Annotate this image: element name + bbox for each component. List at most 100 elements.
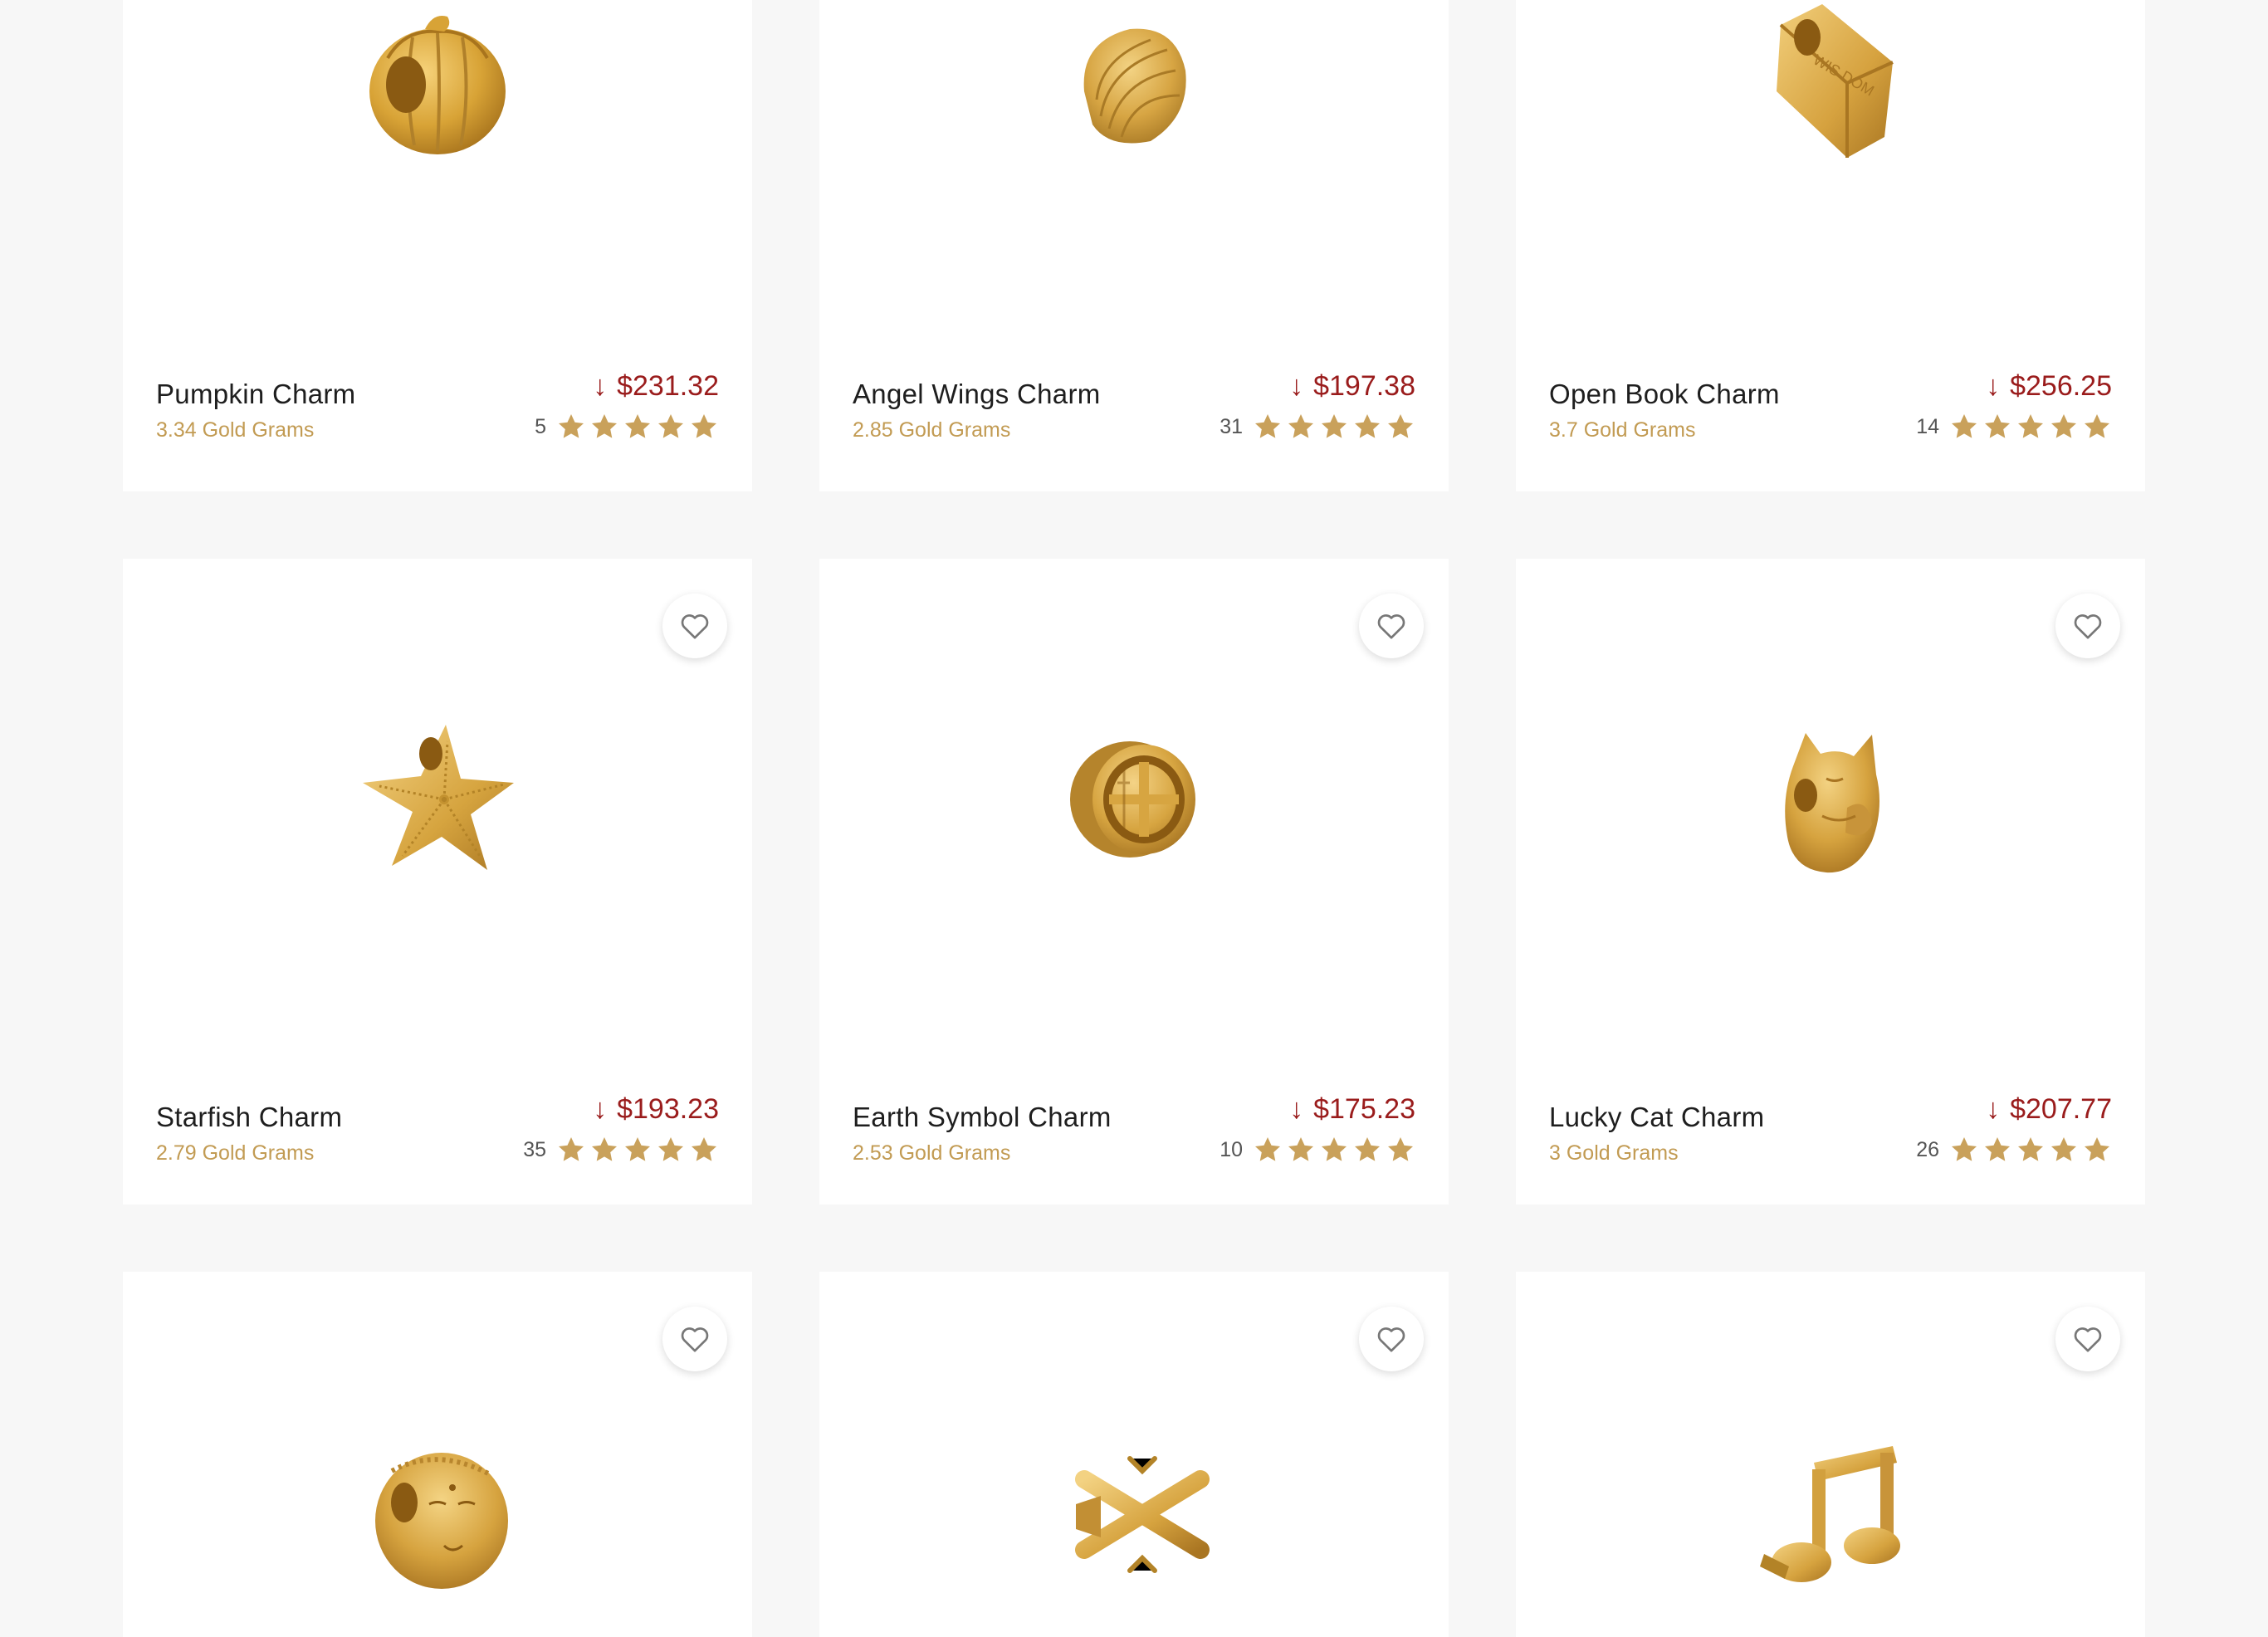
product-price: ↓ $256.25	[1986, 370, 2112, 403]
down-arrow-icon: ↓	[1986, 1093, 2001, 1125]
product-card[interactable]	[123, 1272, 752, 1637]
heart-outline-icon	[2074, 614, 2102, 639]
product-rating: 14	[1916, 412, 2112, 442]
star-icon	[2051, 1137, 2076, 1161]
favorite-button[interactable]	[1359, 1307, 1424, 1371]
product-card[interactable]: Starfish Charm 2.79 Gold Grams ↓ $193.23 …	[123, 559, 752, 1205]
star-icon	[1288, 1137, 1313, 1161]
product-gold-grams: 3.7 Gold Grams	[1549, 418, 1696, 442]
star-icon	[692, 1137, 716, 1161]
product-gold-grams: 3 Gold Grams	[1549, 1141, 1679, 1165]
product-gold-grams: 2.79 Gold Grams	[156, 1141, 315, 1165]
star-icon	[1388, 414, 1413, 438]
price-value: $175.23	[1313, 1093, 1415, 1125]
down-arrow-icon: ↓	[1986, 370, 2001, 402]
star-icon	[625, 1137, 650, 1161]
star-icon	[592, 414, 617, 438]
review-count: 31	[1220, 414, 1243, 438]
price-value: $197.38	[1313, 370, 1415, 402]
star-icon	[2018, 1137, 2043, 1161]
star-icon	[1355, 414, 1380, 438]
product-name[interactable]: Starfish Charm	[156, 1102, 342, 1133]
price-value: $207.77	[2010, 1093, 2112, 1125]
heart-outline-icon	[681, 614, 709, 639]
star-icon	[1985, 1137, 2010, 1161]
product-card[interactable]	[819, 1272, 1449, 1637]
review-count: 14	[1916, 414, 1939, 438]
star-icon	[1355, 1137, 1380, 1161]
star-icon	[1985, 414, 2010, 438]
price-value: $193.23	[617, 1093, 719, 1125]
product-image-open-book[interactable]: WIS DOM	[1747, 0, 1914, 158]
star-icon	[1388, 1137, 1413, 1161]
product-grid: Pumpkin Charm 3.34 Gold Grams ↓ $231.32 5	[0, 0, 2268, 1637]
price-value: $231.32	[617, 370, 719, 402]
product-rating: 26	[1916, 1135, 2112, 1165]
star-icon	[2051, 414, 2076, 438]
favorite-button[interactable]	[1359, 594, 1424, 658]
product-gold-grams: 2.85 Gold Grams	[853, 418, 1011, 442]
product-price: ↓ $193.23	[593, 1093, 719, 1126]
star-icon	[2085, 1137, 2109, 1161]
product-gold-grams: 3.34 Gold Grams	[156, 418, 315, 442]
product-image-earth-symbol[interactable]	[1051, 716, 1217, 882]
star-icon	[1322, 414, 1347, 438]
star-icon	[559, 1137, 584, 1161]
star-icon	[1952, 414, 1977, 438]
product-card[interactable]: Pumpkin Charm 3.34 Gold Grams ↓ $231.32 5	[123, 0, 752, 491]
star-icon	[1952, 1137, 1977, 1161]
product-name[interactable]: Lucky Cat Charm	[1549, 1102, 1764, 1133]
product-image-starfish[interactable]	[354, 716, 521, 882]
product-card[interactable]: Angel Wings Charm 2.85 Gold Grams ↓ $197.…	[819, 0, 1449, 491]
product-image-buddha[interactable]	[354, 1429, 521, 1595]
star-icon	[658, 414, 683, 438]
favorite-button[interactable]	[2055, 1307, 2120, 1371]
product-image-pumpkin[interactable]	[354, 0, 521, 158]
star-icon	[559, 414, 584, 438]
product-price: ↓ $175.23	[1289, 1093, 1415, 1126]
star-icon	[2085, 414, 2109, 438]
review-count: 10	[1220, 1137, 1243, 1161]
product-price: ↓ $231.32	[593, 370, 719, 403]
product-card[interactable]: Lucky Cat Charm 3 Gold Grams ↓ $207.77 26	[1516, 559, 2145, 1205]
star-icon	[592, 1137, 617, 1161]
product-rating: 31	[1220, 412, 1415, 442]
product-rating: 10	[1220, 1135, 1415, 1165]
heart-outline-icon	[1377, 1327, 1405, 1352]
product-price: ↓ $207.77	[1986, 1093, 2112, 1126]
star-icon	[2018, 414, 2043, 438]
price-value: $256.25	[2010, 370, 2112, 402]
product-name[interactable]: Open Book Charm	[1549, 379, 1780, 410]
product-card[interactable]	[1516, 1272, 2145, 1637]
heart-outline-icon	[2074, 1327, 2102, 1352]
star-icon	[1322, 1137, 1347, 1161]
review-count: 5	[535, 414, 546, 438]
product-gold-grams: 2.53 Gold Grams	[853, 1141, 1011, 1165]
star-icon	[658, 1137, 683, 1161]
star-icon	[1288, 414, 1313, 438]
product-price: ↓ $197.38	[1289, 370, 1415, 403]
product-rating: 5	[535, 412, 719, 442]
product-name[interactable]: Angel Wings Charm	[853, 379, 1101, 410]
product-card[interactable]: WIS DOM Open Book Charm 3.7 Gold Grams ↓…	[1516, 0, 2145, 491]
product-image-angel-wings[interactable]	[1051, 0, 1217, 158]
review-count: 35	[523, 1137, 546, 1161]
favorite-button[interactable]	[2055, 594, 2120, 658]
product-image-snowflake[interactable]	[1051, 1429, 1217, 1595]
heart-outline-icon	[1377, 614, 1405, 639]
down-arrow-icon: ↓	[1289, 370, 1304, 402]
product-image-music-note[interactable]	[1747, 1429, 1914, 1595]
review-count: 26	[1916, 1137, 1939, 1161]
product-card[interactable]: Earth Symbol Charm 2.53 Gold Grams ↓ $175…	[819, 559, 1449, 1205]
product-name[interactable]: Pumpkin Charm	[156, 379, 355, 410]
product-name[interactable]: Earth Symbol Charm	[853, 1102, 1112, 1133]
down-arrow-icon: ↓	[593, 370, 608, 402]
star-icon	[625, 414, 650, 438]
product-image-lucky-cat[interactable]	[1747, 716, 1914, 882]
favorite-button[interactable]	[662, 594, 727, 658]
product-rating: 35	[523, 1135, 719, 1165]
star-icon	[692, 414, 716, 438]
favorite-button[interactable]	[662, 1307, 727, 1371]
star-icon	[1255, 414, 1280, 438]
heart-outline-icon	[681, 1327, 709, 1352]
